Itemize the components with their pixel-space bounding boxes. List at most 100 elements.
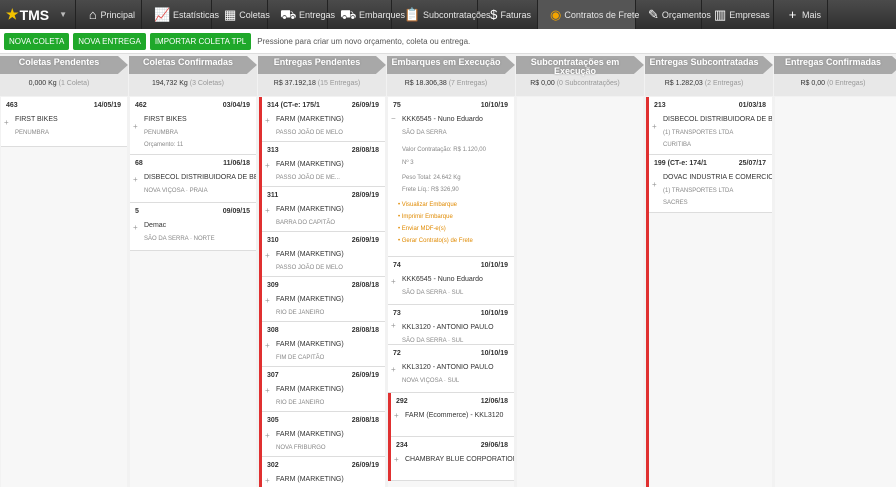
- app-logo[interactable]: ★ TMS ▼: [0, 0, 76, 29]
- boxes-icon: ▦: [224, 6, 237, 22]
- kanban-card[interactable]: 463 14/05/19 + FIRST BIKES PENUMBRA: [1, 97, 127, 147]
- nova-entrega-button[interactable]: NOVA ENTREGA: [73, 32, 146, 50]
- kanban-card[interactable]: 72 10/10/19 + KKL3120 - ANTONIO PAULO NOVA V…: [388, 345, 514, 393]
- card-client: FIRST BIKES: [144, 116, 187, 123]
- column-summary: R$ 1.282,03 (2 Entregas): [645, 80, 763, 87]
- nav-item-mais[interactable]: + Mais: [774, 0, 828, 29]
- card-client: FARM (MARKETING): [276, 341, 344, 348]
- embarque-action-link[interactable]: • Visualizar Embarque: [398, 202, 457, 208]
- kanban-card[interactable]: 199 (CT-e: 174/1 25/07/17 + DOVAC INDUSTRIA…: [649, 155, 772, 213]
- expand-icon[interactable]: +: [391, 277, 396, 286]
- card-date: 01/03/18: [738, 102, 766, 109]
- kanban-card[interactable]: 5 09/09/15 + Demac SÃO DA SERRA · NORTE: [130, 203, 256, 251]
- card-date: 28/08/18: [351, 282, 379, 289]
- card-date: 28/08/18: [351, 417, 379, 424]
- kanban-card[interactable]: 302 26/09/19 + FARM (MARKETING): [262, 457, 385, 487]
- kanban-card[interactable]: 314 (CT-e: 175/1 26/09/19 + FARM (MARKETING…: [262, 97, 385, 142]
- nav-item-embarques[interactable]: ⛟ Embarques: [328, 0, 405, 29]
- kanban-card[interactable]: 310 26/09/19 + FARM (MARKETING) PASSO JOÃO D…: [262, 232, 385, 277]
- card-client: KKK6545 - Nuno Eduardo: [402, 276, 483, 283]
- column-header: Entregas Confirmadas R$ 0,00 (0 Entregas): [774, 56, 896, 96]
- expand-icon[interactable]: +: [133, 223, 138, 232]
- kanban-card[interactable]: 74 10/10/19 + KKK6545 - Nuno Eduardo SÃO DA …: [388, 257, 514, 305]
- embarque-action-link[interactable]: • Enviar MDF-e(s): [398, 226, 446, 232]
- expand-icon[interactable]: +: [133, 175, 138, 184]
- nav-item-contratos-de-frete[interactable]: ◉ Contratos de Frete: [538, 0, 639, 29]
- expand-icon[interactable]: +: [265, 161, 270, 170]
- embarque-action-link[interactable]: • Gerar Contrato(s) de Frete: [398, 238, 473, 244]
- chevron-down-icon[interactable]: ▼: [59, 10, 67, 19]
- kanban-card[interactable]: 309 28/08/18 + FARM (MARKETING) RIO DE JANEI…: [262, 277, 385, 322]
- expand-icon[interactable]: +: [265, 116, 270, 125]
- embarque-action-link[interactable]: • Imprimir Embarque: [398, 214, 453, 220]
- nav-item-label: Coletas: [239, 9, 270, 20]
- nav-item-empresas[interactable]: ▥ Empresas: [702, 0, 774, 29]
- expand-icon[interactable]: +: [265, 476, 270, 485]
- kanban-card[interactable]: 305 28/08/18 + FARM (MARKETING) NOVA FRIBURG…: [262, 412, 385, 457]
- expand-icon[interactable]: +: [391, 321, 396, 330]
- kanban-card[interactable]: 307 26/09/19 + FARM (MARKETING) RIO DE JANEI…: [262, 367, 385, 412]
- nav-item-entregas[interactable]: ⛟ Entregas: [268, 0, 335, 29]
- nav-item-label: Mais: [801, 9, 821, 20]
- kanban-card[interactable]: 234 29/06/18 + CHAMBRAY BLUE CORPORATION - …: [391, 437, 514, 481]
- expand-icon[interactable]: +: [652, 180, 657, 189]
- card-date: 11/06/18: [223, 160, 250, 167]
- nova-coleta-button[interactable]: NOVA COLETA: [4, 32, 70, 50]
- expand-icon[interactable]: +: [265, 296, 270, 305]
- expand-icon[interactable]: +: [265, 251, 270, 260]
- nav-item-estat-sticas[interactable]: 📈 Estatísticas: [142, 0, 219, 29]
- card-extra: Orçamento: 11: [144, 142, 184, 148]
- kanban-card[interactable]: 213 01/03/18 + DISBECOL DISTRIBUIDORA DE BE…: [649, 97, 772, 155]
- card-date: 10/10/19: [480, 102, 508, 109]
- expand-icon[interactable]: +: [265, 386, 270, 395]
- column-summary: R$ 18.306,38 (7 Entregas): [387, 80, 505, 87]
- card-number: 308: [267, 327, 279, 334]
- kanban-card[interactable]: 308 28/08/18 + FARM (MARKETING) FIM DE CAPIT…: [262, 322, 385, 367]
- nav-item-principal[interactable]: ⌂ Principal: [76, 0, 142, 29]
- kanban-column: [517, 97, 643, 487]
- card-client: FARM (MARKETING): [276, 251, 344, 258]
- home-icon: ⌂: [88, 6, 97, 22]
- card-number: 307: [267, 372, 279, 379]
- card-date: 28/09/19: [351, 192, 379, 199]
- kanban-card[interactable]: 292 12/06/18 + FARM (Ecommerce) - KKL3120: [391, 393, 514, 437]
- card-client: FARM (MARKETING): [276, 296, 344, 303]
- expand-icon[interactable]: +: [391, 365, 396, 374]
- card-client: FARM (MARKETING): [276, 206, 344, 213]
- kanban-column: 462 03/04/19 + FIRST BIKES PENUMBRA Orçamento…: [130, 97, 256, 487]
- kanban-card[interactable]: 311 28/09/19 + FARM (MARKETING) BARRA DO CAP…: [262, 187, 385, 232]
- column-count: (2 Entregas): [704, 80, 744, 87]
- expand-icon[interactable]: +: [4, 118, 9, 127]
- card-number: 68: [135, 160, 143, 167]
- truck-icon: ⛟: [280, 6, 297, 22]
- nav-item-subcontrata-es[interactable]: 📋 Subcontratações: [392, 0, 491, 29]
- kanban-card-expanded[interactable]: 75 10/10/19 − KKK6545 - Nuno Eduardo SÃO DA …: [388, 97, 514, 257]
- expand-icon[interactable]: +: [652, 122, 657, 131]
- kanban-card[interactable]: 68 11/06/18 + DISBECOL DISTRIBUIDORA DE BEB…: [130, 155, 256, 203]
- column-header: Coletas Confirmadas 194,732 Kg (3 Coletas…: [129, 56, 257, 96]
- card-location: PENUMBRA: [15, 130, 50, 136]
- column-title: Entregas Subcontratadas: [649, 57, 759, 67]
- truck-icon: ⛟: [340, 6, 357, 22]
- clipboard-icon: 📋: [404, 6, 421, 22]
- kanban-card[interactable]: 73 10/10/19 + KKL3120 - ANTONIO PAULO SÃO DA…: [388, 305, 514, 345]
- expand-icon[interactable]: +: [394, 455, 399, 464]
- nav-item-coletas[interactable]: ▦ Coletas: [212, 0, 270, 29]
- expand-icon[interactable]: +: [265, 341, 270, 350]
- expand-icon[interactable]: +: [265, 431, 270, 440]
- card-location: NOVA VIÇOSA · PRAIA: [144, 188, 208, 194]
- expand-icon[interactable]: +: [133, 122, 138, 131]
- card-location: (1) TRANSPORTES LTDA: [663, 130, 734, 136]
- kanban-card[interactable]: 313 28/08/18 + FARM (MARKETING) PASSO JOÃO D…: [262, 142, 385, 187]
- toolbar: NOVA COLETA NOVA ENTREGA IMPORTAR COLETA…: [0, 29, 896, 54]
- collapse-icon[interactable]: −: [391, 114, 396, 123]
- expand-icon[interactable]: +: [394, 411, 399, 420]
- column-summary: R$ 37.192,18 (15 Entregas): [258, 80, 376, 87]
- expand-icon[interactable]: +: [265, 206, 270, 215]
- importar-coleta-button[interactable]: IMPORTAR COLETA TPL: [149, 32, 252, 50]
- card-client: KKK6545 - Nuno Eduardo: [402, 116, 483, 123]
- nav-item-faturas[interactable]: $ Faturas: [478, 0, 538, 29]
- nav-item-or-amentos[interactable]: ✎ Orçamentos: [636, 0, 711, 29]
- kanban-card[interactable]: 462 03/04/19 + FIRST BIKES PENUMBRA Orçamento…: [130, 97, 256, 155]
- card-date: 26/09/19: [351, 237, 379, 244]
